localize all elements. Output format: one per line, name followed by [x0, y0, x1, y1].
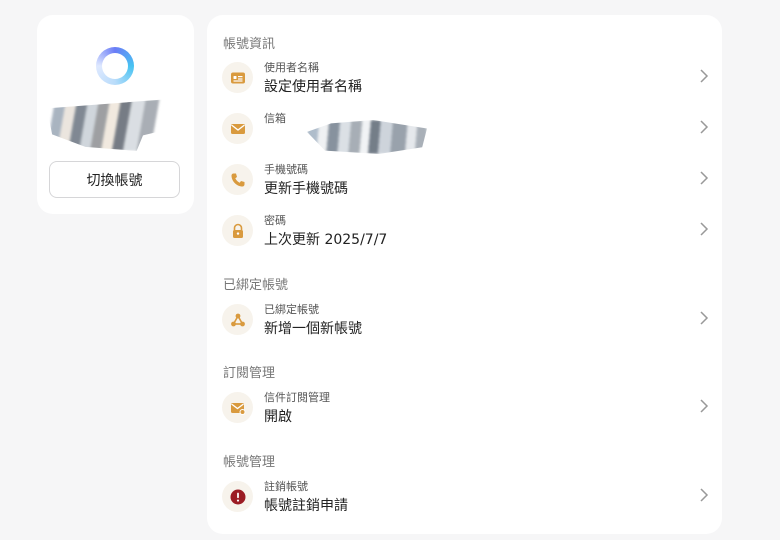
username-value: 設定使用者名稱	[264, 79, 362, 95]
section-subscription: 訂閱管理	[223, 366, 276, 381]
section-account-info: 帳號資訊	[223, 37, 276, 52]
phone-label: 手機號碼	[264, 163, 308, 176]
phone-icon	[222, 164, 253, 195]
chevron-right-icon	[700, 69, 709, 83]
section-account-management: 帳號管理	[223, 455, 276, 470]
profile-card: 切換帳號	[37, 15, 194, 214]
chevron-right-icon	[700, 120, 709, 134]
phone-value: 更新手機號碼	[264, 181, 348, 197]
alert-icon	[222, 481, 253, 512]
avatar	[96, 47, 134, 85]
mail-icon	[222, 113, 253, 144]
chevron-right-icon	[700, 222, 709, 236]
mail-subscription-value: 開啟	[264, 409, 292, 425]
chevron-right-icon	[700, 171, 709, 185]
phone-row[interactable]: 手機號碼 更新手機號碼	[221, 159, 711, 201]
deactivate-account-value: 帳號註銷申請	[264, 498, 348, 514]
switch-account-button[interactable]: 切換帳號	[49, 161, 180, 198]
chevron-right-icon	[700, 399, 709, 413]
password-row[interactable]: 密碼 上次更新 2025/7/7	[221, 210, 711, 252]
linked-accounts-row[interactable]: 已綁定帳號 新增一個新帳號	[221, 299, 711, 341]
mail-subscription-row[interactable]: 信件訂閱管理 開啟	[221, 387, 711, 429]
username-row[interactable]: 使用者名稱 設定使用者名稱	[221, 57, 711, 99]
email-label: 信箱	[264, 112, 286, 125]
lock-icon	[222, 215, 253, 246]
password-label: 密碼	[264, 214, 286, 227]
id-card-icon	[222, 62, 253, 93]
linked-accounts-label: 已綁定帳號	[264, 303, 319, 316]
mail-settings-icon	[222, 392, 253, 423]
password-value: 上次更新 2025/7/7	[264, 232, 388, 248]
account-settings-panel: 帳號資訊 使用者名稱 設定使用者名稱 信箱 手機號碼 更新手機號碼 密碼 上次更…	[207, 15, 722, 534]
section-linked-accounts: 已綁定帳號	[223, 278, 289, 293]
mail-subscription-label: 信件訂閱管理	[264, 391, 330, 404]
chevron-right-icon	[700, 311, 709, 325]
deactivate-account-row[interactable]: 註銷帳號 帳號註銷申請	[221, 476, 711, 518]
network-icon	[222, 304, 253, 335]
redacted-user-name	[47, 99, 175, 151]
email-row[interactable]: 信箱	[221, 108, 711, 150]
chevron-right-icon	[700, 488, 709, 502]
deactivate-account-label: 註銷帳號	[264, 480, 308, 493]
username-label: 使用者名稱	[264, 61, 319, 74]
linked-accounts-value: 新增一個新帳號	[264, 321, 362, 337]
